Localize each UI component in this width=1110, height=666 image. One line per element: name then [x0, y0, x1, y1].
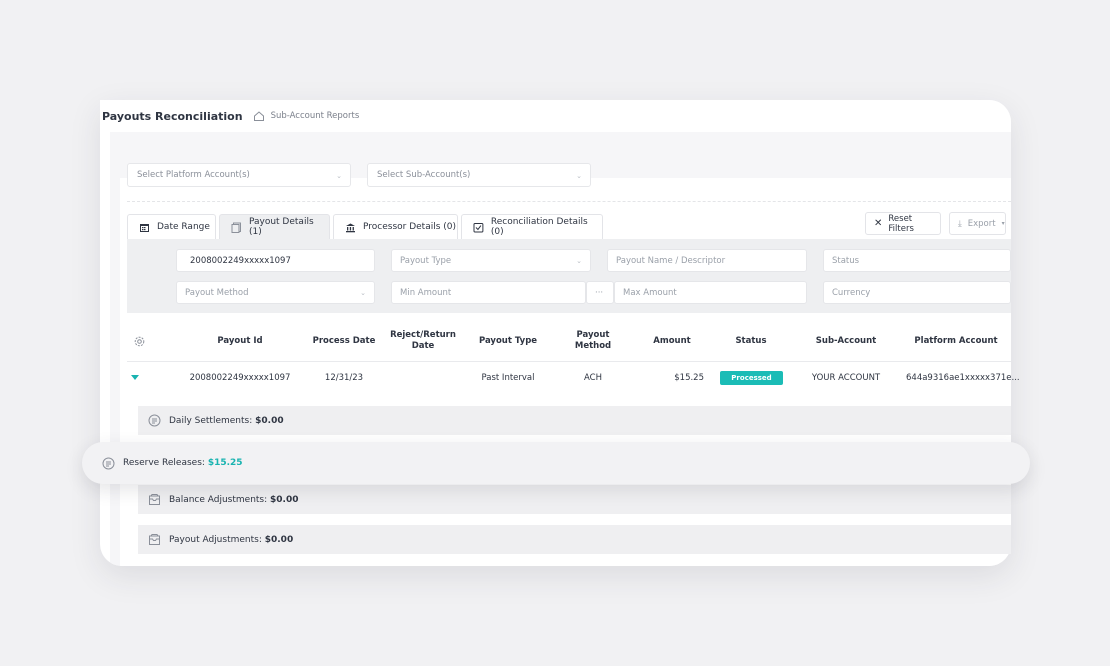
list-icon: [148, 414, 161, 427]
tab-payout-details[interactable]: Payout Details (1): [219, 214, 330, 239]
tab-processor-details[interactable]: Processor Details (0): [333, 214, 458, 239]
payout-type-placeholder: Payout Type: [400, 255, 452, 266]
box-icon: [149, 494, 160, 505]
payout-adjustments-row[interactable]: Payout Adjustments: $0.00: [138, 525, 1011, 554]
bank-icon: [346, 223, 355, 232]
max-amount-field[interactable]: Max Amount: [614, 281, 807, 304]
breadcrumb-label: Sub-Account Reports: [270, 111, 360, 121]
cell-payout-method: ACH: [584, 373, 602, 383]
column-header-platform-account[interactable]: Platform Account: [906, 336, 1006, 347]
box-icon: [149, 534, 160, 545]
balance-adjustments-row[interactable]: Balance Adjustments: $0.00: [138, 485, 1011, 514]
cell-amount: $15.25: [674, 373, 704, 383]
summary-value: $0.00: [270, 494, 299, 505]
column-header-payout-method[interactable]: Payout Method: [562, 330, 624, 352]
column-header-payout-id[interactable]: Payout Id: [195, 336, 285, 347]
currency-placeholder: Currency: [832, 287, 871, 298]
reset-filters-button[interactable]: ✕ Reset Filters: [865, 212, 941, 235]
column-header-line: Method: [574, 341, 612, 351]
payout-id-field[interactable]: 2008002249xxxxx1097: [176, 249, 375, 272]
cell-process-date: 12/31/23: [324, 373, 364, 383]
document-icon: [231, 222, 241, 233]
cell-sub-account: YOUR ACCOUNT: [811, 373, 881, 383]
chevron-down-icon: ⌄: [360, 289, 366, 297]
expand-caret-icon[interactable]: [131, 375, 139, 380]
checklist-icon: [473, 222, 484, 232]
cell-platform-account[interactable]: 644a9316ae1xxxxx371e...: [906, 373, 1020, 383]
column-header-line: Reject/Return: [390, 330, 456, 340]
reset-filters-label: Reset Filters: [888, 213, 914, 234]
max-amount-placeholder: Max Amount: [623, 287, 677, 298]
chevron-down-icon: ⌄: [336, 172, 342, 180]
currency-select[interactable]: Currency: [823, 281, 1011, 304]
column-header-status[interactable]: Status: [721, 336, 781, 347]
tab-label: Payout Details (1): [248, 217, 314, 237]
divider: [127, 201, 1011, 202]
column-header-payout-type[interactable]: Payout Type: [472, 336, 544, 347]
status-placeholder: Status: [832, 255, 860, 266]
payout-name-placeholder: Payout Name / Descriptor: [616, 255, 726, 266]
sub-account-placeholder: Select Sub-Account(s): [377, 170, 471, 180]
column-header-line: Payout: [576, 330, 610, 340]
close-icon: ✕: [874, 218, 883, 229]
summary-label: Daily Settlements:: [169, 415, 253, 426]
payout-type-select[interactable]: Payout Type ⌄: [391, 249, 591, 272]
reserve-releases-row[interactable]: Reserve Releases: $15.25: [82, 442, 1030, 484]
export-label: Export: [967, 218, 996, 229]
summary-value: $0.00: [264, 534, 294, 545]
summary-label: Payout Adjustments:: [169, 534, 262, 545]
page-header: Payouts Reconciliation Sub-Account Repor…: [100, 100, 1011, 132]
chevron-down-icon: ⌄: [576, 257, 582, 265]
page-title: Payouts Reconciliation: [102, 109, 243, 123]
summary-value: $15.25: [207, 458, 243, 468]
column-header-reject-date[interactable]: Reject/Return Date: [386, 330, 460, 352]
cell-payout-type: Past Interval: [481, 373, 535, 383]
breadcrumb[interactable]: Sub-Account Reports: [253, 110, 360, 122]
min-amount-field[interactable]: Min Amount: [391, 281, 586, 304]
calendar-icon: [140, 223, 149, 232]
tab-date-range[interactable]: Date Range: [127, 214, 216, 239]
column-header-amount[interactable]: Amount: [642, 336, 702, 347]
tab-label: Reconciliation Details (0): [490, 217, 588, 237]
range-separator: ···: [586, 281, 614, 304]
summary-label: Balance Adjustments:: [169, 494, 268, 505]
summary-value: $0.00: [255, 415, 284, 426]
tab-reconciliation-details[interactable]: Reconciliation Details (0): [461, 214, 603, 239]
header-divider: [127, 361, 1011, 362]
column-header-process-date[interactable]: Process Date: [308, 336, 380, 347]
payout-name-field[interactable]: Payout Name / Descriptor: [607, 249, 807, 272]
platform-account-select[interactable]: Select Platform Account(s) ⌄: [127, 163, 351, 187]
column-header-line: Date: [411, 341, 435, 351]
export-button[interactable]: ⤓ Export ▾: [949, 212, 1006, 235]
download-icon: ⤓: [958, 218, 962, 229]
tab-label: Processor Details (0): [363, 222, 457, 232]
home-icon: [253, 111, 264, 121]
column-header-sub-account[interactable]: Sub-Account: [806, 336, 886, 347]
tab-label: Date Range: [157, 222, 210, 232]
payout-id-value: 2008002249xxxxx1097: [190, 255, 291, 266]
min-amount-placeholder: Min Amount: [400, 287, 452, 298]
payout-method-select[interactable]: Payout Method ⌄: [176, 281, 375, 304]
range-separator-label: ···: [595, 287, 604, 298]
summary-label: Reserve Releases:: [123, 458, 205, 468]
status-badge: Processed: [720, 371, 783, 385]
platform-account-placeholder: Select Platform Account(s): [137, 170, 250, 180]
chevron-down-icon: ▾: [1001, 220, 1005, 227]
status-select[interactable]: Status: [823, 249, 1011, 272]
chevron-down-icon: ⌄: [576, 172, 582, 180]
gear-icon[interactable]: [133, 335, 146, 348]
daily-settlements-row[interactable]: Daily Settlements: $0.00: [138, 406, 1011, 435]
payout-method-placeholder: Payout Method: [185, 287, 249, 298]
list-icon: [102, 457, 115, 469]
sub-account-select[interactable]: Select Sub-Account(s) ⌄: [367, 163, 591, 187]
cell-payout-id[interactable]: 2008002249xxxxx1097: [180, 373, 300, 383]
